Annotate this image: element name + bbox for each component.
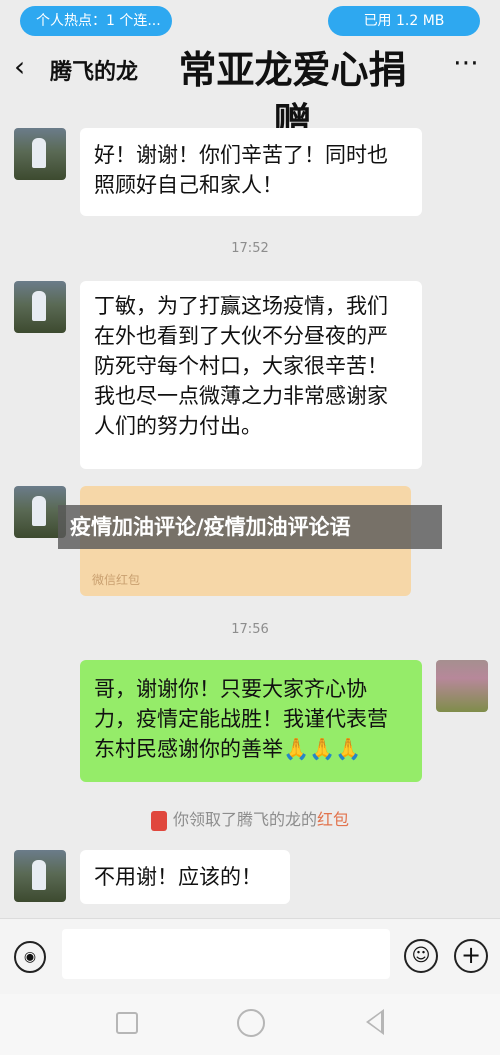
contact-name: 腾飞的龙 [50,60,139,85]
watermark-banner: 疫情加油评论/疫情加油评论语 [58,505,442,549]
outgoing-message[interactable]: 哥，谢谢你！只要大家齐心协力，疫情定能战胜！我谨代表营东村民感谢你的善举🙏🙏🙏 [80,660,422,782]
red-packet-label: 微信红包 [92,573,141,587]
contact-avatar[interactable] [14,850,66,902]
incoming-message[interactable]: 丁敏，为了打赢这场疫情，我们在外也看到了大伙不分昼夜的严防死守每个村口，大家很辛… [80,281,422,469]
more-options-icon[interactable]: ⋯ [453,48,480,78]
back-arrow-icon[interactable]: ‹ [14,50,25,83]
system-notice-text: 你领取了腾飞的龙的 [172,810,317,829]
contact-avatar[interactable] [14,281,66,333]
plus-icon[interactable]: + [454,939,488,973]
timestamp: 17:52 [231,241,269,256]
incoming-message[interactable]: 不用谢！应该的！ [80,850,290,904]
data-usage-chip[interactable]: 已用 1.2 MB [328,6,480,36]
incoming-message[interactable]: 好！谢谢！你们辛苦了！同时也照顾好自己和家人！ [80,128,422,216]
red-packet-icon [150,810,167,831]
contact-avatar[interactable] [14,128,66,180]
system-notice: 你领取了腾飞的龙的红包 [0,806,500,831]
hotspot-status-chip[interactable]: 个人热点：1 个连... [20,6,172,36]
message-input[interactable] [62,929,390,979]
timestamp: 17:56 [231,622,269,637]
voice-icon[interactable]: ◉ [14,941,46,973]
self-avatar[interactable] [436,660,488,712]
system-nav-bar [0,994,500,1055]
home-icon[interactable] [237,1009,265,1037]
red-packet-link[interactable]: 红包 [317,810,349,829]
input-bar: ◉ ☺ + [0,918,500,995]
emoji-icon[interactable]: ☺ [404,939,438,973]
recents-icon[interactable] [116,1012,138,1034]
back-nav-icon[interactable] [366,1009,384,1035]
